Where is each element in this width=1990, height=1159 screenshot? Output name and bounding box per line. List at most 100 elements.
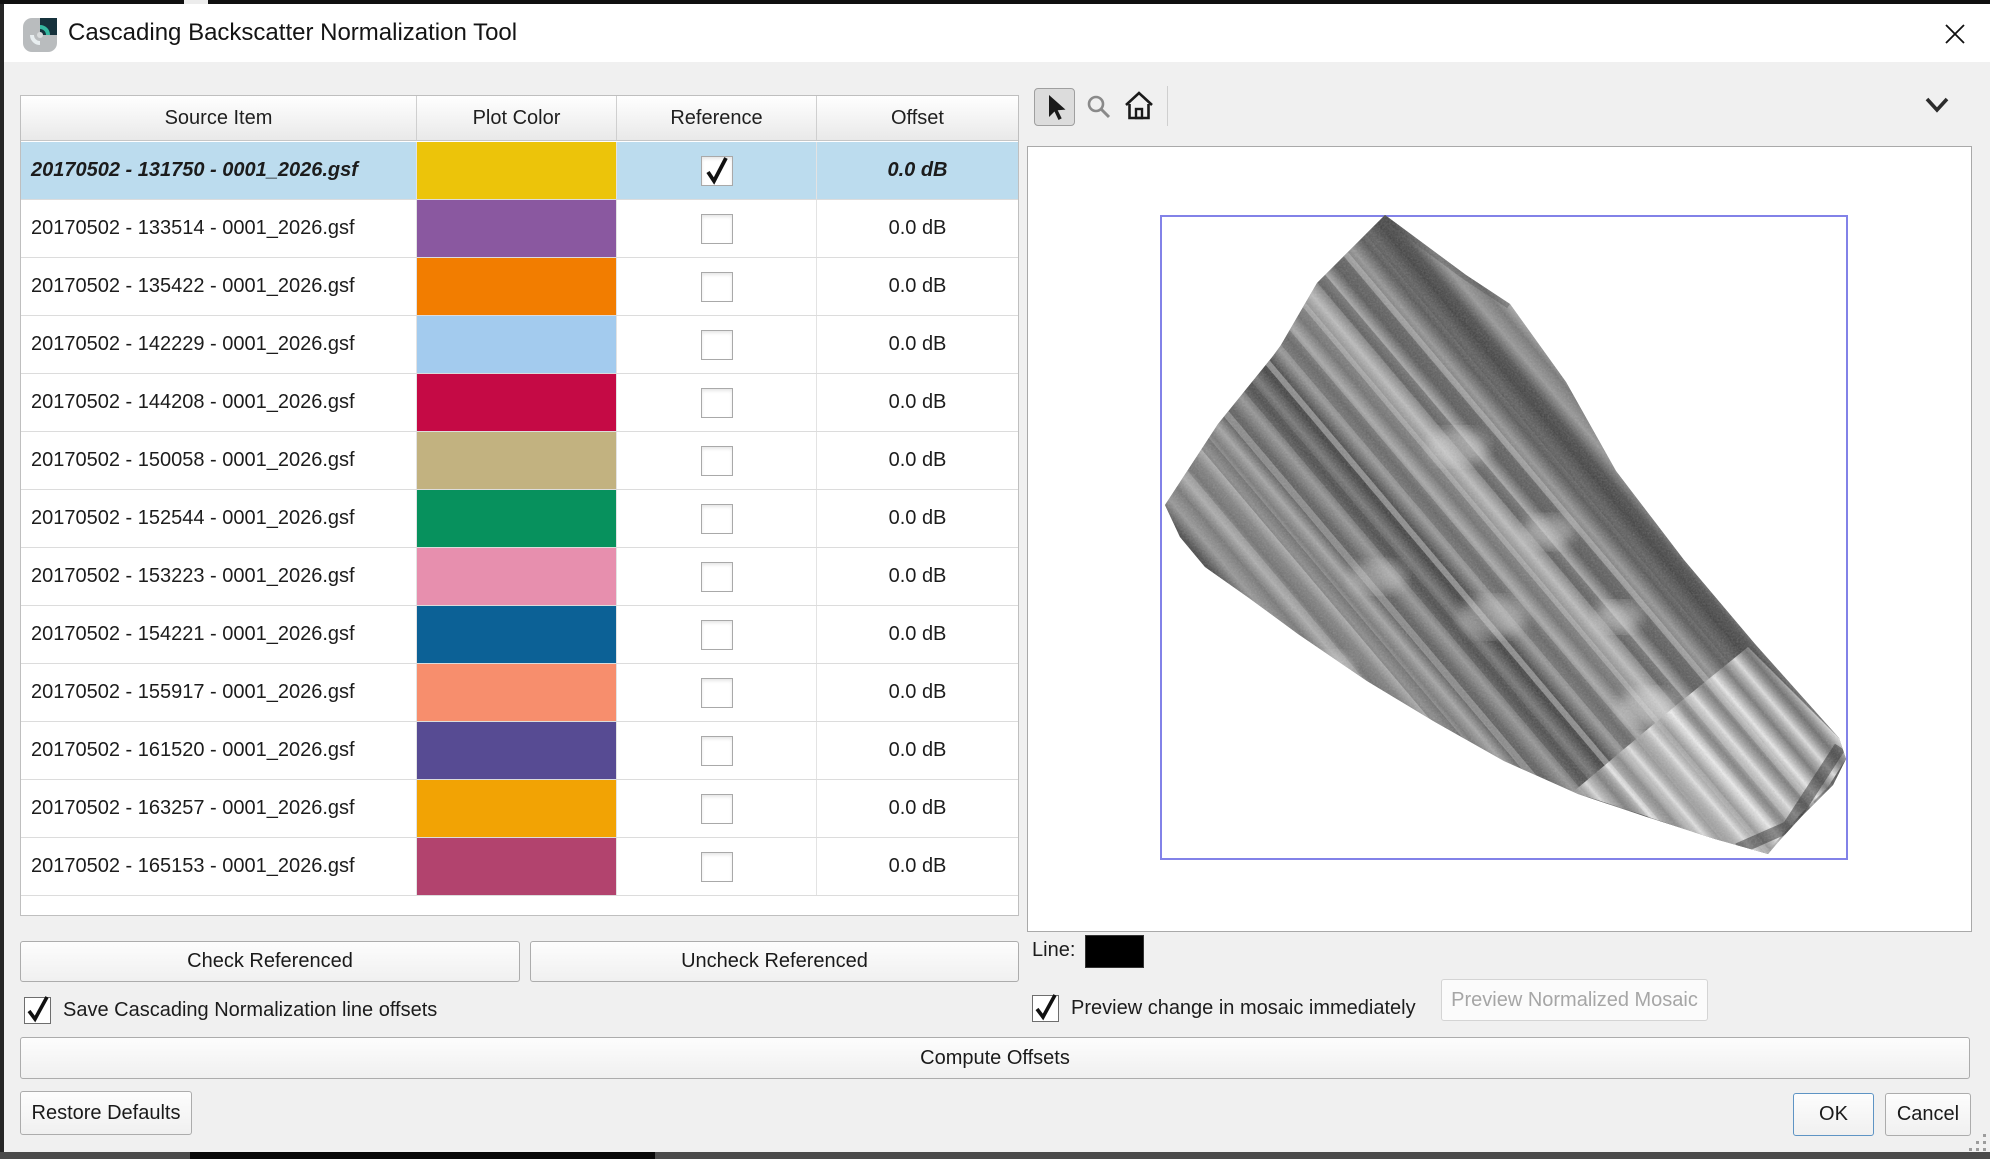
table-row[interactable]: 20170502 - 152544 - 0001_2026.gsf 0.0 dB <box>21 490 1018 548</box>
table-row[interactable]: 20170502 - 133514 - 0001_2026.gsf 0.0 dB <box>21 200 1018 258</box>
reference-checkbox[interactable] <box>701 330 733 360</box>
check-icon <box>703 155 731 185</box>
table-row[interactable]: 20170502 - 142229 - 0001_2026.gsf 0.0 dB <box>21 316 1018 374</box>
reference-checkbox[interactable] <box>701 214 733 244</box>
offset-cell: 0.0 dB <box>817 838 1018 895</box>
check-icon <box>25 995 51 1023</box>
table-row[interactable]: 20170502 - 144208 - 0001_2026.gsf 0.0 dB <box>21 374 1018 432</box>
toolbar-separator <box>1167 86 1168 126</box>
reference-cell <box>617 374 817 431</box>
plot-color-cell[interactable] <box>417 258 617 315</box>
source-item-cell: 20170502 - 142229 - 0001_2026.gsf <box>21 316 417 373</box>
plot-color-cell[interactable] <box>417 432 617 489</box>
offset-cell: 0.0 dB <box>817 548 1018 605</box>
table-row[interactable]: 20170502 - 165153 - 0001_2026.gsf 0.0 dB <box>21 838 1018 896</box>
source-item-table[interactable]: Source Item Plot Color Reference Offset … <box>20 95 1019 916</box>
plot-color-cell[interactable] <box>417 548 617 605</box>
reference-checkbox[interactable] <box>701 794 733 824</box>
reference-cell <box>617 432 817 489</box>
table-row[interactable]: 20170502 - 154221 - 0001_2026.gsf 0.0 dB <box>21 606 1018 664</box>
plot-color-swatch <box>417 664 616 721</box>
header-reference[interactable]: Reference <box>617 96 817 140</box>
line-color-swatch[interactable] <box>1085 935 1144 968</box>
plot-color-swatch <box>417 838 616 895</box>
source-item-cell: 20170502 - 135422 - 0001_2026.gsf <box>21 258 417 315</box>
plot-color-cell[interactable] <box>417 606 617 663</box>
restore-defaults-button[interactable]: Restore Defaults <box>20 1091 192 1135</box>
plot-color-cell[interactable] <box>417 664 617 721</box>
reference-checkbox[interactable] <box>701 156 733 186</box>
plot-color-swatch <box>417 780 616 837</box>
header-plot-color[interactable]: Plot Color <box>417 96 617 140</box>
home-tool-button[interactable] <box>1122 89 1156 123</box>
source-item-cell: 20170502 - 154221 - 0001_2026.gsf <box>21 606 417 663</box>
zoom-tool-button[interactable] <box>1085 93 1113 121</box>
source-item-cell: 20170502 - 133514 - 0001_2026.gsf <box>21 200 417 257</box>
zoom-icon <box>1086 94 1112 120</box>
reference-checkbox[interactable] <box>701 562 733 592</box>
uncheck-referenced-button[interactable]: Uncheck Referenced <box>530 941 1019 982</box>
check-referenced-button[interactable]: Check Referenced <box>20 941 520 982</box>
preview-change-checkbox[interactable] <box>1032 995 1059 1022</box>
background-window-left-edge <box>0 4 4 1152</box>
source-item-cell: 20170502 - 144208 - 0001_2026.gsf <box>21 374 417 431</box>
offset-cell: 0.0 dB <box>817 374 1018 431</box>
offset-cell: 0.0 dB <box>817 258 1018 315</box>
reference-cell <box>617 142 817 199</box>
plot-color-cell[interactable] <box>417 316 617 373</box>
reference-checkbox[interactable] <box>701 504 733 534</box>
mosaic-preview-panel[interactable] <box>1027 146 1972 932</box>
table-row[interactable]: 20170502 - 135422 - 0001_2026.gsf 0.0 dB <box>21 258 1018 316</box>
plot-color-swatch <box>417 316 616 373</box>
reference-checkbox[interactable] <box>701 852 733 882</box>
cancel-button[interactable]: Cancel <box>1885 1093 1971 1136</box>
reference-checkbox[interactable] <box>701 678 733 708</box>
header-offset[interactable]: Offset <box>817 96 1018 140</box>
reference-cell <box>617 664 817 721</box>
pointer-tool-button[interactable] <box>1034 88 1075 126</box>
title-bar[interactable]: Cascading Backscatter Normalization Tool <box>4 4 1990 62</box>
source-item-cell: 20170502 - 161520 - 0001_2026.gsf <box>21 722 417 779</box>
cascading-backscatter-dialog: Cascading Backscatter Normalization Tool… <box>0 0 1990 1159</box>
reference-checkbox[interactable] <box>701 272 733 302</box>
reference-checkbox[interactable] <box>701 388 733 418</box>
table-header-row: Source Item Plot Color Reference Offset <box>21 96 1018 141</box>
plot-color-cell[interactable] <box>417 780 617 837</box>
reference-checkbox[interactable] <box>701 620 733 650</box>
ok-button[interactable]: OK <box>1793 1093 1874 1136</box>
close-icon[interactable] <box>1938 18 1972 50</box>
plot-color-cell[interactable] <box>417 200 617 257</box>
table-row[interactable]: 20170502 - 163257 - 0001_2026.gsf 0.0 dB <box>21 780 1018 838</box>
table-row[interactable]: 20170502 - 153223 - 0001_2026.gsf 0.0 dB <box>21 548 1018 606</box>
table-row[interactable]: 20170502 - 131750 - 0001_2026.gsf 0.0 dB <box>21 142 1018 200</box>
table-row[interactable]: 20170502 - 161520 - 0001_2026.gsf 0.0 dB <box>21 722 1018 780</box>
offset-cell: 0.0 dB <box>817 316 1018 373</box>
preview-normalized-mosaic-button[interactable]: Preview Normalized Mosaic <box>1441 979 1708 1021</box>
reference-cell <box>617 722 817 779</box>
reference-checkbox[interactable] <box>701 446 733 476</box>
plot-color-swatch <box>417 606 616 663</box>
collapse-panel-button[interactable] <box>1920 90 1954 120</box>
table-row[interactable]: 20170502 - 150058 - 0001_2026.gsf 0.0 dB <box>21 432 1018 490</box>
save-offsets-checkbox[interactable] <box>24 997 51 1024</box>
offset-cell: 0.0 dB <box>817 432 1018 489</box>
header-source-item[interactable]: Source Item <box>21 96 417 140</box>
plot-color-cell[interactable] <box>417 374 617 431</box>
plot-color-cell[interactable] <box>417 722 617 779</box>
plot-color-swatch <box>417 548 616 605</box>
line-label: Line: <box>1032 939 1075 962</box>
plot-color-cell[interactable] <box>417 142 617 199</box>
app-icon <box>22 17 58 53</box>
offset-cell: 0.0 dB <box>817 142 1018 199</box>
resize-grip[interactable] <box>1966 1131 1986 1151</box>
offset-cell: 0.0 dB <box>817 780 1018 837</box>
compute-offsets-button[interactable]: Compute Offsets <box>20 1037 1970 1079</box>
preview-change-label: Preview change in mosaic immediately <box>1071 997 1416 1020</box>
pointer-icon <box>1042 93 1068 121</box>
plot-color-cell[interactable] <box>417 838 617 895</box>
offset-cell: 0.0 dB <box>817 664 1018 721</box>
reference-checkbox[interactable] <box>701 736 733 766</box>
table-row[interactable]: 20170502 - 155917 - 0001_2026.gsf 0.0 dB <box>21 664 1018 722</box>
check-icon <box>1033 993 1059 1021</box>
plot-color-cell[interactable] <box>417 490 617 547</box>
